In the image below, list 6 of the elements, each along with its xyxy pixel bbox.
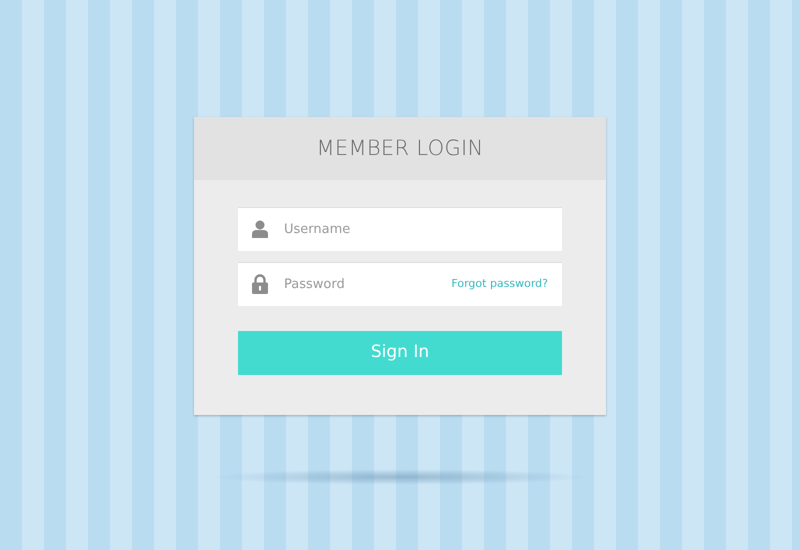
username-field[interactable]: Username <box>238 207 562 251</box>
login-title: MEMBER LOGIN <box>316 134 484 162</box>
sign-in-button[interactable]: Sign In <box>238 331 562 375</box>
user-icon <box>252 220 268 238</box>
padlock-icon <box>252 274 268 294</box>
forgot-password-link[interactable]: Forgot password? <box>451 276 548 292</box>
